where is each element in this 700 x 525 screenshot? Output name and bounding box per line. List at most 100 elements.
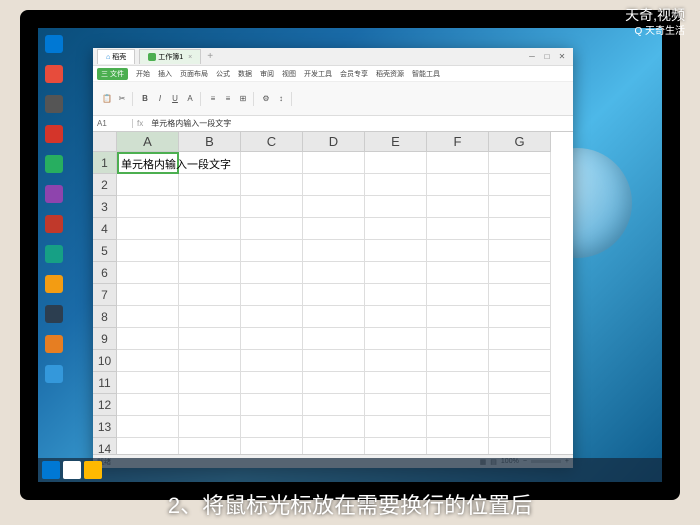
cell[interactable] [241, 240, 303, 262]
cell[interactable] [117, 284, 179, 306]
cell[interactable] [303, 394, 365, 416]
cell[interactable] [303, 284, 365, 306]
cell[interactable] [303, 196, 365, 218]
cell[interactable] [241, 328, 303, 350]
cell[interactable] [303, 218, 365, 240]
tab-add-button[interactable]: + [207, 51, 213, 62]
maximize-button[interactable]: □ [540, 51, 554, 63]
cell[interactable] [427, 284, 489, 306]
cut-icon[interactable]: ✂ [115, 92, 129, 106]
menu-item[interactable]: 开发工具 [304, 69, 332, 79]
cell[interactable] [117, 438, 179, 454]
cell[interactable] [489, 262, 551, 284]
cell[interactable] [117, 372, 179, 394]
cell[interactable] [179, 394, 241, 416]
cell[interactable] [179, 372, 241, 394]
row-header[interactable]: 12 [93, 394, 117, 416]
cell[interactable] [117, 394, 179, 416]
menu-item[interactable]: 开始 [136, 69, 150, 79]
cell[interactable] [489, 438, 551, 454]
underline-icon[interactable]: U [168, 92, 182, 106]
cell[interactable] [179, 438, 241, 454]
desktop-icon[interactable] [43, 33, 65, 55]
cell[interactable] [179, 218, 241, 240]
cell[interactable] [365, 262, 427, 284]
cell[interactable] [241, 284, 303, 306]
desktop-icon[interactable] [43, 183, 65, 205]
cell[interactable] [303, 350, 365, 372]
cell[interactable] [427, 174, 489, 196]
cell[interactable] [365, 196, 427, 218]
cell[interactable] [303, 372, 365, 394]
desktop-icon[interactable] [43, 303, 65, 325]
paste-icon[interactable]: 📋 [100, 92, 114, 106]
menu-item[interactable]: 视图 [282, 69, 296, 79]
cell[interactable] [117, 416, 179, 438]
cell[interactable] [117, 174, 179, 196]
menu-item[interactable]: 公式 [216, 69, 230, 79]
formula-input[interactable]: 单元格内输入一段文字 [147, 118, 573, 129]
taskbar-app[interactable] [63, 461, 81, 479]
cell[interactable] [303, 438, 365, 454]
column-header[interactable]: B [179, 132, 241, 152]
font-color-icon[interactable]: A [183, 92, 197, 106]
minimize-button[interactable]: ─ [525, 51, 539, 63]
cell[interactable] [427, 152, 489, 174]
cell[interactable] [179, 174, 241, 196]
menu-item[interactable]: 稻壳资源 [376, 69, 404, 79]
row-header[interactable]: 11 [93, 372, 117, 394]
row-header[interactable]: 13 [93, 416, 117, 438]
row-header[interactable]: 2 [93, 174, 117, 196]
cell[interactable] [303, 306, 365, 328]
format-icon[interactable]: ⚙ [259, 92, 273, 106]
cell[interactable] [489, 240, 551, 262]
row-header[interactable]: 8 [93, 306, 117, 328]
cell[interactable] [489, 328, 551, 350]
menu-item[interactable]: 数据 [238, 69, 252, 79]
cell[interactable] [365, 438, 427, 454]
cell[interactable] [241, 218, 303, 240]
merge-icon[interactable]: ⊞ [236, 92, 250, 106]
cell[interactable] [179, 328, 241, 350]
column-header[interactable]: D [303, 132, 365, 152]
italic-icon[interactable]: I [153, 92, 167, 106]
cell[interactable] [241, 438, 303, 454]
row-header[interactable]: 5 [93, 240, 117, 262]
cell[interactable] [117, 350, 179, 372]
cell[interactable] [489, 196, 551, 218]
cell[interactable] [489, 174, 551, 196]
cell[interactable] [179, 240, 241, 262]
desktop-icon[interactable] [43, 123, 65, 145]
cell[interactable] [241, 394, 303, 416]
cell[interactable] [489, 350, 551, 372]
bold-icon[interactable]: B [138, 92, 152, 106]
cell[interactable] [303, 174, 365, 196]
cell[interactable] [241, 196, 303, 218]
desktop-icon[interactable] [43, 333, 65, 355]
row-header[interactable]: 10 [93, 350, 117, 372]
cell[interactable] [489, 416, 551, 438]
cell[interactable] [303, 152, 365, 174]
cell[interactable] [427, 262, 489, 284]
cell[interactable] [365, 350, 427, 372]
cell[interactable] [489, 372, 551, 394]
cell[interactable] [427, 394, 489, 416]
cell[interactable]: 单元格内输入一段文字 [117, 152, 179, 174]
row-header[interactable]: 6 [93, 262, 117, 284]
cell[interactable] [179, 306, 241, 328]
cell[interactable] [117, 328, 179, 350]
cell[interactable] [489, 218, 551, 240]
cell[interactable] [117, 262, 179, 284]
cell[interactable] [365, 416, 427, 438]
spreadsheet-grid[interactable]: ABCDEFG 1单元格内输入一段文字234567891011121314 [93, 132, 573, 454]
cell[interactable] [365, 284, 427, 306]
cell[interactable] [427, 416, 489, 438]
cell[interactable] [179, 196, 241, 218]
align-center-icon[interactable]: ≡ [221, 92, 235, 106]
menu-item[interactable]: 会员专享 [340, 69, 368, 79]
select-all-corner[interactable] [93, 132, 117, 152]
cell[interactable] [303, 262, 365, 284]
row-header[interactable]: 4 [93, 218, 117, 240]
cell[interactable] [241, 350, 303, 372]
cell[interactable] [241, 372, 303, 394]
